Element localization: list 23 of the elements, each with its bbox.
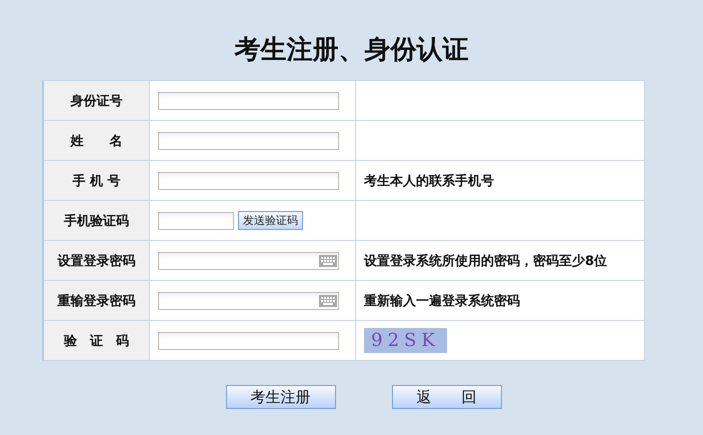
field-label: 重输登录密码 [58,292,136,310]
captcha-input-field[interactable] [158,332,339,350]
keyboard-icon[interactable] [319,254,337,266]
field-label: 身份证号 [70,92,122,110]
hint-text: 设置登录系统所使用的密码，密码至少8位 [364,252,608,270]
hint-text: 考生本人的联系手机号 [364,172,494,190]
keyboard-icon[interactable] [319,294,337,306]
input-field[interactable] [158,132,339,150]
input-field[interactable] [158,92,339,110]
password-field[interactable] [158,252,339,270]
page-title: 考生注册、身份认证 [234,34,468,67]
register-button[interactable]: 考生注册 [226,385,336,409]
code-input-field[interactable] [158,212,234,230]
field-label: 姓 名 [70,132,122,150]
back-button[interactable]: 返 回 [392,385,502,409]
hint-text: 重新输入一遍登录系统密码 [364,292,520,310]
field-label: 手机验证码 [64,212,129,230]
field-label: 设置登录密码 [58,252,136,270]
password-field[interactable] [158,292,339,310]
send-code-button[interactable]: 发送验证码 [238,211,303,230]
field-label: 验 证 码 [64,332,129,350]
field-label: 手 机 号 [72,172,121,190]
input-field[interactable] [158,172,339,190]
